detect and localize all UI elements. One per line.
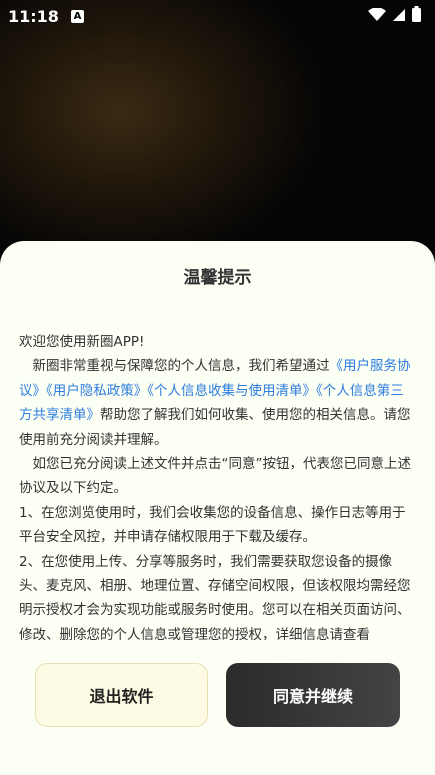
exit-app-button[interactable]: 退出软件 xyxy=(35,663,208,727)
status-icons xyxy=(368,6,421,26)
greeting-text: 欢迎您使用新圈APP! xyxy=(19,334,145,350)
clause-2: 2、在您使用上传、分享等服务时，我们需要获取您设备的摄像头、麦克风、相册、地理位… xyxy=(19,553,411,640)
status-bar: 11:18 A xyxy=(0,0,435,32)
status-time: 11:18 xyxy=(8,6,59,26)
policy-paragraph: 新圈非常重视与保障您的个人信息，我们希望通过《用户服务协议》《用户隐私政策》《个… xyxy=(19,354,417,452)
privacy-dialog: 温馨提示 欢迎您使用新圈APP! 新圈非常重视与保障您的个人信息，我们希望通过《… xyxy=(0,241,435,775)
dialog-content[interactable]: 欢迎您使用新圈APP! 新圈非常重视与保障您的个人信息，我们希望通过《用户服务协… xyxy=(19,330,417,640)
link-info-collection-list[interactable]: 《个人信息收集与使用清单》 xyxy=(147,383,316,399)
link-privacy-policy[interactable]: 《用户隐私政策》 xyxy=(46,383,147,399)
dialog-title: 温馨提示 xyxy=(183,268,252,288)
clause-1: 1、在您浏览使用时，我们会收集您的设备信息、操作日志等用于平台安全风控，并申请存… xyxy=(19,504,406,546)
wifi-icon xyxy=(368,6,386,26)
battery-icon xyxy=(412,6,421,26)
notification-a-icon: A xyxy=(70,9,84,23)
policy-intro-text: 新圈非常重视与保障您的个人信息，我们希望通过 xyxy=(32,358,330,375)
signal-icon xyxy=(392,7,406,26)
agree-continue-button[interactable]: 同意并继续 xyxy=(226,663,400,727)
consent-paragraph: 如您已充分阅读上述文件并点击“同意”按钮，代表您已同意上述协议及以下约定。 xyxy=(19,456,411,497)
